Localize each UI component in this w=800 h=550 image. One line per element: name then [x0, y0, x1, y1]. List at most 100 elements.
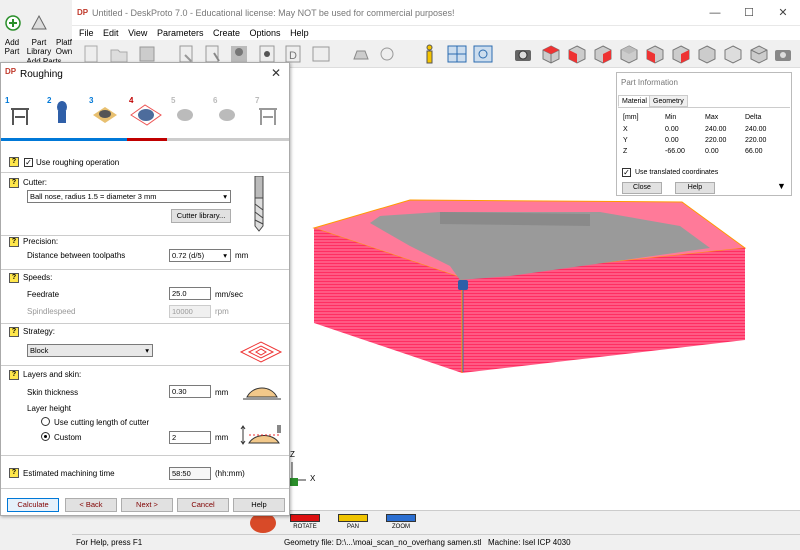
stop-icon[interactable] — [250, 513, 276, 533]
step-2-model-icon[interactable] — [51, 99, 73, 127]
feedrate-label: Feedrate — [27, 290, 60, 299]
est-time-value: 58:50 — [169, 467, 211, 480]
custom-radio[interactable] — [41, 432, 50, 441]
help-q-icon[interactable]: ? — [9, 237, 19, 247]
step-6-model-icon[interactable] — [215, 103, 239, 127]
view-cube-5-icon[interactable] — [644, 43, 666, 65]
info-icon[interactable] — [418, 43, 440, 65]
step-1-machine-icon[interactable] — [9, 101, 31, 127]
dialog-close-icon[interactable]: ✕ — [271, 66, 281, 80]
spindle-input: 10000 — [169, 305, 211, 318]
tab-material[interactable]: Material — [618, 95, 651, 107]
print-preview-icon[interactable] — [376, 43, 398, 65]
machine-icon[interactable] — [350, 43, 372, 65]
step-7-machine-icon[interactable] — [257, 101, 281, 127]
step-5-finishing-icon[interactable] — [173, 103, 197, 127]
help-button[interactable]: Help — [233, 498, 285, 512]
skin-input[interactable]: 0.30 — [169, 385, 211, 398]
menu-help[interactable]: Help — [290, 26, 309, 40]
roughing-dialog: DP Roughing ✕ 1 2 3 4 5 6 7 ? ✓ Use roug… — [0, 62, 290, 516]
row-y-label: Y — [623, 137, 628, 144]
help-q-icon[interactable]: ? — [9, 468, 19, 478]
cutter-select[interactable]: Ball nose, radius 1.5 = diameter 3 mm ▾ — [27, 190, 231, 203]
close-window-icon[interactable]: ✕ — [768, 4, 798, 22]
view-cube-2-icon[interactable] — [566, 43, 588, 65]
window-title: Untitled - DeskProto 7.0 - Educational l… — [92, 8, 455, 18]
maximize-icon[interactable]: ☐ — [734, 4, 764, 22]
view-cube-1-icon[interactable] — [540, 43, 562, 65]
platform-label: Platf Own — [55, 38, 73, 56]
expand-arrow-icon[interactable]: ▼ — [777, 181, 786, 191]
camera-icon[interactable] — [512, 43, 534, 65]
dropdown-arrow-icon: ▾ — [145, 346, 149, 355]
layout-zoom-icon[interactable] — [472, 43, 494, 65]
back-button[interactable]: < Back — [65, 498, 117, 512]
step-3-stock-icon[interactable] — [91, 103, 119, 127]
custom-unit: mm — [215, 433, 229, 442]
add-part-icon[interactable] — [4, 14, 22, 32]
menu-view[interactable]: View — [128, 26, 147, 40]
divider — [1, 172, 289, 173]
zoom-label: ZOOM — [392, 524, 410, 530]
use-translated-label: Use translated coordinates — [635, 169, 719, 176]
feedrate-input[interactable]: 25.0 — [169, 287, 211, 300]
calculate-button[interactable]: Calculate — [7, 498, 59, 512]
menu-options[interactable]: Options — [250, 26, 281, 40]
col-min: Min — [665, 114, 677, 121]
pan-label: PAN — [347, 524, 359, 530]
distance-select[interactable]: 0.72 (d/5) ▾ — [169, 249, 231, 262]
view-icon[interactable] — [310, 43, 332, 65]
menu-create[interactable]: Create — [213, 26, 240, 40]
strategy-value: Block — [30, 346, 49, 355]
view-cube-8-icon[interactable] — [722, 43, 744, 65]
cutter-library-button[interactable]: Cutter library... — [171, 209, 231, 223]
part-library-label: Part Library — [26, 38, 52, 56]
row-x-label: X — [623, 126, 628, 133]
help-q-icon[interactable]: ? — [9, 370, 19, 380]
part-library-icon[interactable] — [30, 14, 48, 32]
skin-unit: mm — [215, 388, 229, 397]
rotate-button[interactable] — [290, 514, 320, 522]
view-cube-9-icon[interactable] — [748, 43, 770, 65]
axis-z-label: Z — [290, 450, 295, 459]
row-z-max: 0.00 — [705, 148, 719, 155]
next-button[interactable]: Next > — [121, 498, 173, 512]
help-q-icon[interactable]: ? — [9, 273, 19, 283]
help-q-icon[interactable]: ? — [9, 157, 19, 167]
strategy-select[interactable]: Block ▾ — [27, 344, 153, 357]
use-translated-checkbox[interactable]: ✓ — [622, 168, 631, 177]
use-roughing-checkbox[interactable]: ✓ — [24, 158, 33, 167]
view-mode-bar: ROTATE PAN ZOOM — [250, 510, 800, 534]
part-info-help-button[interactable]: Help — [675, 182, 715, 194]
zoom-button[interactable] — [386, 514, 416, 522]
view-cube-6-icon[interactable] — [670, 43, 692, 65]
tab-geometry[interactable]: Geometry — [649, 95, 688, 107]
minimize-icon[interactable]: — — [700, 4, 730, 22]
menu-edit[interactable]: Edit — [103, 26, 119, 40]
layout-icon[interactable] — [446, 43, 468, 65]
menu-file[interactable]: File — [79, 26, 94, 40]
view-cube-7-icon[interactable] — [696, 43, 718, 65]
col-unit: [mm] — [623, 114, 639, 121]
custom-label: Custom — [54, 433, 82, 442]
menu-parameters[interactable]: Parameters — [157, 26, 204, 40]
est-time-unit: (hh:mm) — [215, 469, 245, 478]
view-cube-3-icon[interactable] — [592, 43, 614, 65]
help-q-icon[interactable]: ? — [9, 327, 19, 337]
dialog-title: Roughing — [20, 69, 63, 80]
col-max: Max — [705, 114, 719, 121]
dropdown-arrow-icon: ▾ — [223, 251, 227, 260]
pan-button[interactable] — [338, 514, 368, 522]
view-camera-icon[interactable] — [772, 43, 794, 65]
view-cube-4-icon[interactable] — [618, 43, 640, 65]
cutting-length-radio[interactable] — [41, 417, 50, 426]
cancel-button[interactable]: Cancel — [177, 498, 229, 512]
spindle-label: Spindlespeed — [27, 307, 76, 316]
help-q-icon[interactable]: ? — [9, 178, 19, 188]
part-info-close-button[interactable]: Close — [622, 182, 662, 194]
divider — [1, 455, 289, 456]
use-roughing-label: Use roughing operation — [36, 158, 120, 167]
status-help: For Help, press F1 — [76, 538, 143, 547]
step-4-roughing-icon[interactable] — [129, 101, 163, 129]
custom-input[interactable]: 2 — [169, 431, 211, 444]
